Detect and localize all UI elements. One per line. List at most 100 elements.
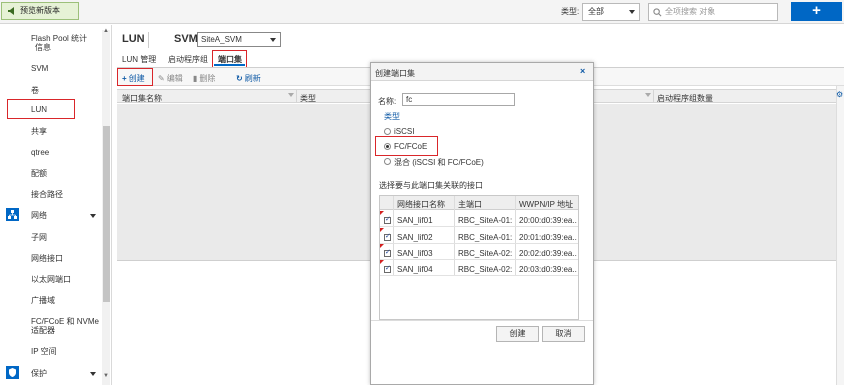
radio-mixed[interactable] xyxy=(384,158,391,165)
sidebar-item-broadcast-domains[interactable]: 广播域 xyxy=(31,296,55,306)
changed-flag-icon xyxy=(380,244,384,248)
search-placeholder: 全项搜索 对象 xyxy=(665,7,716,16)
refresh-label: 刷新 xyxy=(244,74,261,83)
type-filter-label: 类型: xyxy=(561,7,580,16)
dialog-cancel-button[interactable]: 取消 xyxy=(542,326,585,342)
gear-icon[interactable]: ⚙ xyxy=(836,90,843,99)
sidebar-item-junction-paths[interactable]: 接合路径 xyxy=(31,190,63,200)
svm-label: SVM xyxy=(174,33,198,45)
sidebar-item-network-interfaces[interactable]: 网络接口 xyxy=(31,254,63,264)
interface-selection-heading: 选择要与此端口集关联的接口 xyxy=(379,181,483,190)
chevron-down-icon[interactable] xyxy=(90,214,96,218)
home-port: RBC_SiteA-01:... xyxy=(458,233,513,242)
column-divider xyxy=(296,89,297,103)
filter-icon[interactable] xyxy=(645,93,651,97)
header-divider xyxy=(148,32,149,48)
delete-button[interactable]: ▮ 删除 xyxy=(193,73,215,84)
sidebar xyxy=(0,25,112,385)
refresh-icon: ↻ xyxy=(236,74,243,83)
sidebar-item-shares[interactable]: 共享 xyxy=(31,127,47,137)
global-search-input[interactable]: 全项搜索 对象 xyxy=(648,3,778,21)
column-header-interface-name[interactable]: 网络接口名称 xyxy=(397,199,445,210)
sidebar-item-lun[interactable]: LUN xyxy=(31,105,47,115)
radio-fc-fcoe-label[interactable]: FC/FCoE xyxy=(394,142,427,151)
row-checkbox[interactable] xyxy=(384,264,391,273)
tab-lun-management[interactable]: LUN 管理 xyxy=(122,54,156,65)
close-icon[interactable]: × xyxy=(580,66,585,76)
interface-name: SAN_lif03 xyxy=(397,249,433,258)
svm-select-value: SiteA_SVM xyxy=(201,35,242,44)
sidebar-item-svm[interactable]: SVM xyxy=(31,64,48,74)
sidebar-item-ethernet-ports[interactable]: 以太网端口 xyxy=(31,275,71,285)
sidebar-item-ipspaces[interactable]: IP 空间 xyxy=(31,347,57,357)
row-checkbox[interactable] xyxy=(384,215,391,224)
column-header-wwpn-ip[interactable]: WWPN/IP 地址 xyxy=(519,199,573,210)
svm-select[interactable]: SiteA_SVM xyxy=(197,32,281,47)
home-port: RBC_SiteA-01:... xyxy=(458,216,513,225)
type-filter-select[interactable]: 全部 xyxy=(582,3,640,21)
filter-icon[interactable] xyxy=(288,93,294,97)
network-icon xyxy=(6,208,19,221)
scroll-down-icon[interactable]: ▼ xyxy=(103,373,109,379)
dialog-title: 创建端口集 xyxy=(375,69,415,78)
wwpn-address: 20:02:d0:39:ea... xyxy=(519,249,577,258)
radio-mixed-label[interactable]: 混合 (iSCSI 和 FC/FCoE) xyxy=(394,157,484,168)
sidebar-item-volumes[interactable]: 卷 xyxy=(31,86,39,96)
sidebar-item-fc-adapters-line2[interactable]: 适配器 xyxy=(31,326,55,336)
column-header-home-port[interactable]: 主端口 xyxy=(458,199,482,210)
preview-label: 预览新版本 xyxy=(20,6,60,15)
wwpn-address: 20:00:d0:39:ea... xyxy=(519,216,577,225)
changed-flag-icon xyxy=(380,211,384,215)
create-label: 创建 xyxy=(128,74,145,83)
radio-iscsi[interactable] xyxy=(384,128,391,135)
type-filter-value: 全部 xyxy=(588,7,604,16)
megaphone-icon xyxy=(8,7,14,15)
page-title: LUN xyxy=(122,33,145,45)
sidebar-section-network[interactable]: 网络 xyxy=(31,211,47,221)
column-divider xyxy=(653,89,654,103)
chevron-down-icon xyxy=(629,10,635,14)
sidebar-item-flash-pool-line2[interactable]: 信息 xyxy=(35,43,51,53)
plus-icon: + xyxy=(122,74,127,83)
refresh-button[interactable]: ↻ 刷新 xyxy=(236,73,261,84)
chevron-down-icon xyxy=(270,38,276,42)
row-checkbox[interactable] xyxy=(384,248,391,257)
changed-flag-icon xyxy=(380,260,384,264)
tab-initiator-groups[interactable]: 启动程序组 xyxy=(168,54,208,65)
grid-side-strip xyxy=(836,86,844,385)
trash-icon: ▮ xyxy=(193,74,198,83)
shield-icon xyxy=(6,366,19,379)
sidebar-scrollbar-thumb[interactable] xyxy=(103,126,110,302)
column-header-portset-name[interactable]: 端口集名称 xyxy=(122,93,162,104)
create-button[interactable]: + 创建 xyxy=(122,73,145,84)
delete-label: 删除 xyxy=(199,74,216,83)
edit-button[interactable]: ✎ 编辑 xyxy=(158,73,183,84)
sidebar-item-subnets[interactable]: 子网 xyxy=(31,233,47,243)
column-header-initiator-group-count[interactable]: 启动程序组数量 xyxy=(657,93,713,104)
home-port: RBC_SiteA-02:... xyxy=(458,249,513,258)
sidebar-item-quotas[interactable]: 配额 xyxy=(31,169,47,179)
pencil-icon: ✎ xyxy=(158,74,165,83)
type-heading: 类型 xyxy=(384,112,400,121)
column-header-type[interactable]: 类型 xyxy=(300,93,316,104)
wwpn-address: 20:03:d0:39:ea... xyxy=(519,265,577,274)
home-port: RBC_SiteA-02:... xyxy=(458,265,513,274)
radio-iscsi-label[interactable]: iSCSI xyxy=(394,127,414,136)
add-button[interactable]: + xyxy=(791,2,842,21)
preview-new-version-button[interactable]: 预览新版本 xyxy=(1,2,79,20)
edit-label: 编辑 xyxy=(166,74,183,83)
radio-fc-fcoe[interactable] xyxy=(384,143,391,150)
scroll-up-icon[interactable]: ▲ xyxy=(103,28,109,34)
active-tab-indicator xyxy=(214,64,245,66)
interface-name: SAN_lif02 xyxy=(397,233,433,242)
name-input[interactable]: fc xyxy=(402,93,515,106)
dialog-footer-divider xyxy=(371,320,593,321)
name-label: 名称: xyxy=(378,97,397,106)
row-checkbox[interactable] xyxy=(384,232,391,241)
changed-flag-icon xyxy=(380,228,384,232)
dialog-create-button[interactable]: 创建 xyxy=(496,326,539,342)
chevron-down-icon[interactable] xyxy=(90,372,96,376)
sidebar-item-qtree[interactable]: qtree xyxy=(31,148,49,158)
sidebar-section-protection[interactable]: 保护 xyxy=(31,369,47,379)
interface-name: SAN_lif04 xyxy=(397,265,433,274)
